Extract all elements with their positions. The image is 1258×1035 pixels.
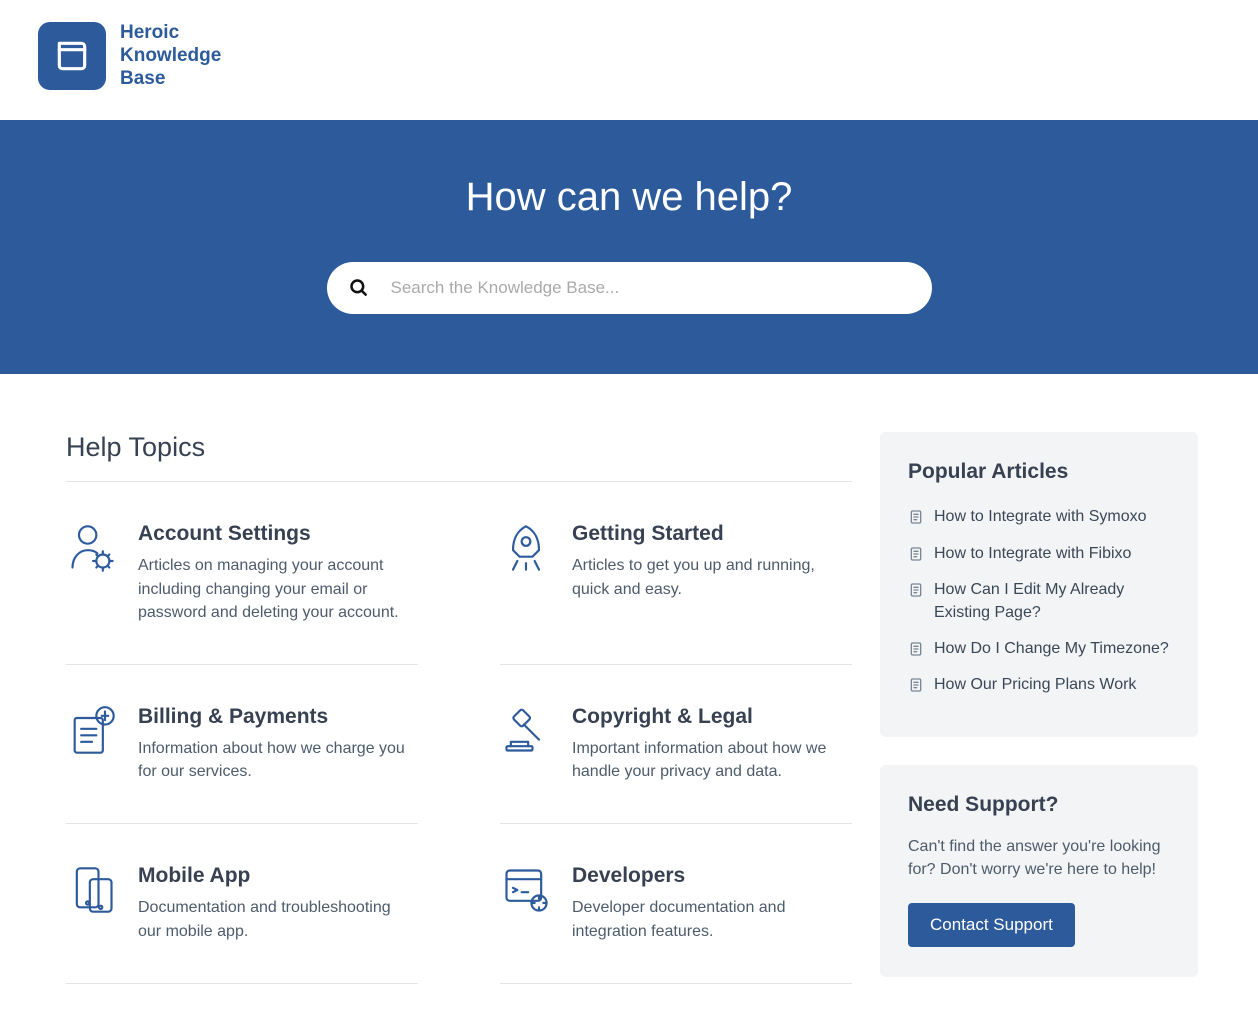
popular-articles-panel: Popular Articles How to Integrate with S… <box>880 432 1198 736</box>
topic-desc: Important information about how we handl… <box>572 737 852 783</box>
topic-billing-payments[interactable]: Billing & Payments Information about how… <box>66 665 418 824</box>
topic-title: Account Settings <box>138 522 418 546</box>
topic-title: Developers <box>572 864 852 888</box>
search-input[interactable] <box>327 262 932 314</box>
topic-title: Copyright & Legal <box>572 705 852 729</box>
topic-desc: Articles to get you up and running, quic… <box>572 554 852 600</box>
need-support-panel: Need Support? Can't find the answer you'… <box>880 765 1198 977</box>
article-link[interactable]: How Do I Change My Timezone? <box>908 634 1170 664</box>
topic-account-settings[interactable]: Account Settings Articles on managing yo… <box>66 482 418 665</box>
need-support-heading: Need Support? <box>908 793 1170 817</box>
sidebar: Popular Articles How to Integrate with S… <box>880 432 1198 1005</box>
contact-support-button[interactable]: Contact Support <box>908 903 1075 947</box>
topic-mobile-app[interactable]: Mobile App Documentation and troubleshoo… <box>66 824 418 983</box>
popular-articles-list: How to Integrate with Symoxo How to Inte… <box>908 502 1170 700</box>
invoice-icon <box>66 705 118 757</box>
document-icon <box>908 677 924 693</box>
header: Heroic Knowledge Base <box>0 0 1258 120</box>
hero-section: How can we help? <box>0 120 1258 374</box>
topic-desc: Articles on managing your account includ… <box>138 554 418 624</box>
topic-desc: Developer documentation and integration … <box>572 896 852 942</box>
document-icon <box>908 509 924 525</box>
document-icon <box>908 641 924 657</box>
rocket-icon <box>500 522 552 574</box>
article-link[interactable]: How Our Pricing Plans Work <box>908 670 1170 700</box>
search-wrap <box>327 262 932 314</box>
brand-logo[interactable]: Heroic Knowledge Base <box>38 22 1220 90</box>
dev-window-icon <box>500 864 552 916</box>
document-icon <box>908 546 924 562</box>
user-gear-icon <box>66 522 118 574</box>
document-icon <box>908 582 924 598</box>
topic-title: Billing & Payments <box>138 705 418 729</box>
need-support-text: Can't find the answer you're looking for… <box>908 835 1170 881</box>
topic-desc: Information about how we charge you for … <box>138 737 418 783</box>
topic-desc: Documentation and troubleshooting our mo… <box>138 896 418 942</box>
popular-articles-heading: Popular Articles <box>908 460 1170 484</box>
article-link[interactable]: How Can I Edit My Already Existing Page? <box>908 575 1170 628</box>
hero-title: How can we help? <box>0 175 1258 220</box>
article-link[interactable]: How to Integrate with Fibixo <box>908 539 1170 569</box>
topic-getting-started[interactable]: Getting Started Articles to get you up a… <box>500 482 852 665</box>
mobile-icon <box>66 864 118 916</box>
brand-logo-icon <box>38 22 106 90</box>
search-icon <box>349 278 369 298</box>
topic-title: Mobile App <box>138 864 418 888</box>
topic-developers[interactable]: Developers Developer documentation and i… <box>500 824 852 983</box>
gavel-icon <box>500 705 552 757</box>
help-topics-grid: Account Settings Articles on managing yo… <box>66 482 852 983</box>
help-topics-heading: Help Topics <box>66 432 852 463</box>
article-link[interactable]: How to Integrate with Symoxo <box>908 502 1170 532</box>
brand-name: Heroic Knowledge Base <box>120 22 221 90</box>
topic-title: Getting Started <box>572 522 852 546</box>
main-content: Help Topics Account Settings Articles on… <box>66 432 852 1005</box>
topic-copyright-legal[interactable]: Copyright & Legal Important information … <box>500 665 852 824</box>
